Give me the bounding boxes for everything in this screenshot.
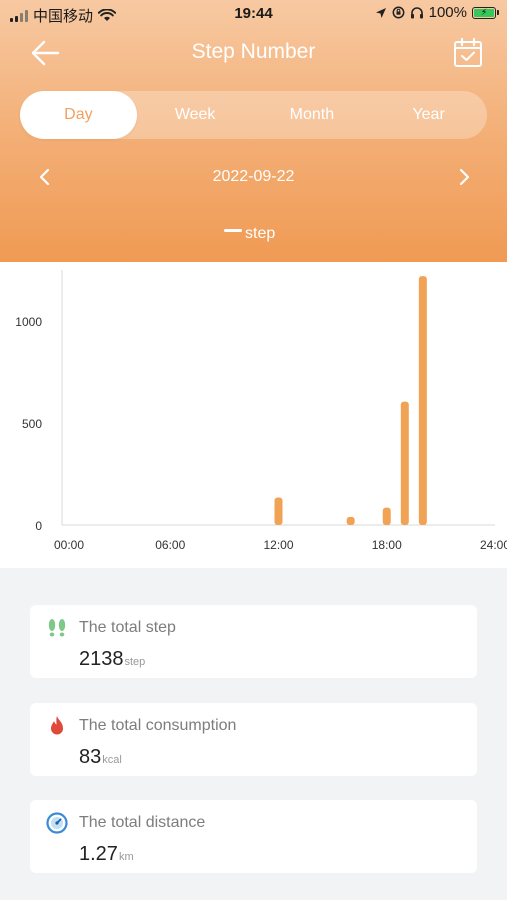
flame-icon: [51, 716, 63, 735]
total-consumption-label: The total consumption: [79, 717, 237, 734]
page-title: Step Number: [191, 40, 316, 63]
chart-bar: [274, 497, 283, 525]
footprints-icon: [48, 619, 66, 637]
step-chart-svg: 00:00 06:00 12:00 18:00 24:00 0 500 1000: [15, 270, 507, 552]
step-chart: 00:00 06:00 12:00 18:00 24:00 0 500 1000: [0, 262, 507, 568]
x-tick-label: 06:00: [155, 538, 185, 552]
calendar-icon[interactable]: [452, 37, 484, 69]
y-tick-label: 1000: [15, 315, 42, 329]
battery-icon: ⚡: [472, 6, 499, 19]
total-step-unit: step: [124, 656, 146, 668]
battery-percent: 100%: [428, 4, 467, 21]
total-step-value: 2138: [79, 648, 124, 670]
x-tick-label: 00:00: [54, 538, 84, 552]
total-consumption-value: 83: [79, 746, 102, 768]
x-tick-label: 12:00: [263, 538, 293, 552]
period-tabs: Day Week Month Year: [20, 91, 487, 139]
total-consumption-unit: kcal: [102, 754, 122, 766]
chart-legend: step: [224, 225, 275, 243]
total-step-value-row: 2138step: [79, 648, 145, 671]
legend-swatch: [224, 228, 242, 232]
tab-month[interactable]: Month: [254, 91, 371, 139]
tab-day[interactable]: Day: [20, 91, 137, 139]
total-step-label: The total step: [79, 619, 176, 636]
distance-gauge-icon: [46, 812, 68, 834]
total-step-card: The total step 2138step: [30, 605, 477, 678]
tab-year[interactable]: Year: [370, 91, 487, 139]
status-bar: 中国移动 19:44 100% ⚡: [0, 0, 507, 28]
chart-bar: [346, 516, 355, 525]
total-distance-value: 1.27: [79, 843, 118, 865]
total-distance-label: The total distance: [79, 814, 206, 831]
x-tick-label: 18:00: [372, 538, 402, 552]
y-tick-label: 0: [35, 519, 42, 533]
tab-week[interactable]: Week: [137, 91, 254, 139]
selected-date: 2022-09-22: [212, 168, 295, 185]
y-tick-label: 500: [22, 417, 42, 431]
total-consumption-value-row: 83kcal: [79, 746, 122, 769]
chart-bar: [400, 401, 409, 525]
chart-bar: [418, 276, 427, 525]
orientation-lock-icon: [392, 6, 405, 19]
x-tick-label: 24:00: [480, 538, 507, 552]
total-consumption-card: The total consumption 83kcal: [30, 703, 477, 776]
next-date-chevron-icon[interactable]: [455, 166, 473, 188]
total-distance-card: The total distance 1.27km: [30, 800, 477, 873]
location-arrow-icon: [375, 7, 386, 18]
chart-bar: [382, 507, 391, 525]
legend-label: step: [245, 225, 276, 242]
total-distance-unit: km: [118, 851, 134, 863]
headphones-icon: [410, 7, 423, 19]
total-distance-value-row: 1.27km: [79, 843, 134, 866]
